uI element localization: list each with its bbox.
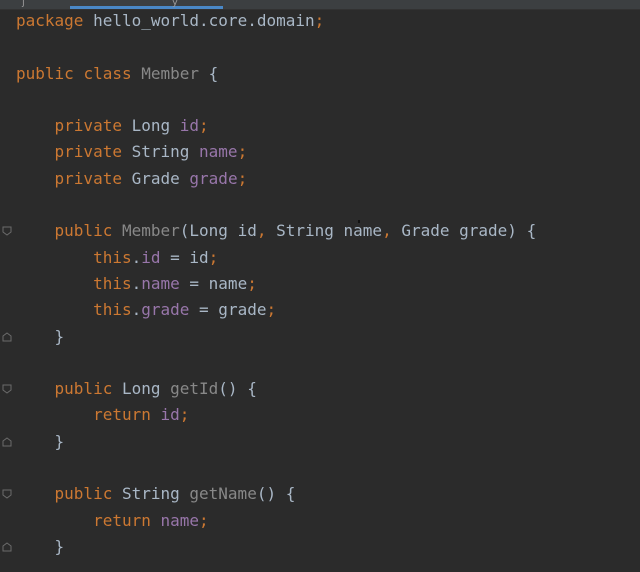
code-line[interactable]: public String getName() { — [16, 481, 536, 507]
code-token: return — [16, 510, 151, 530]
code-line[interactable]: this.grade = grade; — [16, 297, 536, 323]
code-token: = id — [160, 247, 209, 267]
code-token: private — [16, 142, 122, 162]
code-line[interactable]: public Member(Long id, String name, Grad… — [16, 218, 537, 244]
code-token: = grade — [189, 300, 267, 320]
code-token: ; — [266, 300, 277, 320]
fold-open-icon[interactable] — [2, 489, 12, 500]
code-token: getId — [170, 379, 219, 399]
code-line[interactable]: public class Member { — [16, 61, 536, 87]
code-token: Long — [121, 116, 180, 136]
code-token: grade — [141, 300, 190, 320]
code-line[interactable]: this.id = id; — [16, 245, 536, 271]
fold-close-icon[interactable] — [2, 331, 12, 342]
code-token: private — [16, 116, 122, 136]
code-editor[interactable]: j y package hello_world.core.domain; pub… — [0, 0, 640, 572]
code-token: () { — [256, 484, 296, 504]
code-line[interactable]: } — [16, 324, 536, 350]
code-token: Grade grade) { — [391, 221, 537, 241]
code-line[interactable]: public Long getId() { — [16, 376, 536, 402]
code-line[interactable] — [16, 87, 536, 113]
code-line[interactable] — [16, 455, 536, 481]
code-line[interactable]: private Grade grade; — [16, 166, 536, 192]
code-token: public — [16, 484, 113, 504]
fold-close-icon[interactable] — [2, 542, 12, 552]
code-token: . — [131, 273, 142, 293]
code-token: } — [16, 431, 65, 451]
code-token: hello_world.core.domain — [83, 11, 315, 30]
code-token: ; — [199, 510, 209, 530]
code-token: } — [16, 536, 65, 556]
code-content[interactable]: package hello_world.core.domain; public … — [16, 8, 536, 560]
code-token: private — [16, 168, 122, 188]
code-token: this — [16, 247, 132, 267]
fold-close-icon[interactable] — [2, 437, 12, 447]
code-token: package — [16, 11, 84, 30]
code-line[interactable]: } — [16, 429, 536, 455]
fold-open-icon[interactable] — [2, 384, 12, 394]
code-token: return — [16, 405, 151, 425]
code-token: Long — [112, 379, 171, 399]
tab-label[interactable]: j — [22, 0, 25, 8]
code-token: name — [199, 142, 238, 162]
code-token: public — [16, 63, 74, 83]
code-token: name — [160, 510, 200, 530]
code-line[interactable] — [16, 192, 536, 218]
code-token: } — [16, 326, 65, 346]
code-line[interactable]: private Long id; — [16, 113, 536, 139]
code-token: Member — [121, 221, 180, 241]
code-line[interactable]: private String name; — [16, 139, 536, 165]
code-token: id — [179, 116, 200, 136]
code-token: id — [141, 247, 161, 267]
code-token: String name — [266, 221, 383, 241]
code-token: String — [121, 142, 200, 162]
code-token: () { — [218, 379, 257, 399]
code-token: getName — [189, 484, 257, 504]
code-token: { — [199, 63, 219, 83]
code-token: = name — [179, 273, 248, 293]
code-line[interactable]: } — [16, 534, 536, 560]
code-token: Grade — [121, 168, 190, 188]
code-token: public — [16, 221, 113, 241]
code-token: ; — [247, 273, 257, 293]
code-line[interactable]: this.name = name; — [16, 271, 536, 297]
fold-open-icon[interactable] — [2, 226, 12, 237]
code-line[interactable]: return name; — [16, 508, 536, 534]
code-token: ; — [199, 116, 209, 136]
code-token: this — [16, 273, 132, 293]
editor-gutter — [0, 10, 14, 572]
code-token: name — [141, 273, 180, 293]
code-token: ; — [237, 168, 248, 188]
code-token: ; — [237, 142, 248, 162]
code-token: Member — [141, 63, 200, 83]
code-token: . — [131, 247, 142, 267]
tab-label[interactable]: y — [172, 0, 178, 8]
mouse-cursor — [358, 220, 360, 223]
code-line[interactable] — [16, 34, 536, 60]
code-line[interactable]: return id; — [16, 402, 536, 428]
code-token: class — [83, 63, 132, 83]
code-line[interactable] — [16, 350, 536, 376]
code-token: ; — [208, 247, 219, 267]
code-token: ; — [179, 405, 190, 425]
code-token: grade — [189, 168, 238, 188]
code-token: public — [16, 379, 113, 399]
code-token: (Long id — [179, 221, 257, 241]
code-line[interactable]: package hello_world.core.domain; — [16, 8, 536, 34]
code-token: id — [160, 405, 180, 425]
code-token: . — [131, 300, 142, 320]
code-token: this — [16, 300, 132, 320]
code-token: ; — [314, 11, 325, 30]
code-token: , — [382, 221, 392, 241]
code-token: String — [112, 484, 190, 504]
